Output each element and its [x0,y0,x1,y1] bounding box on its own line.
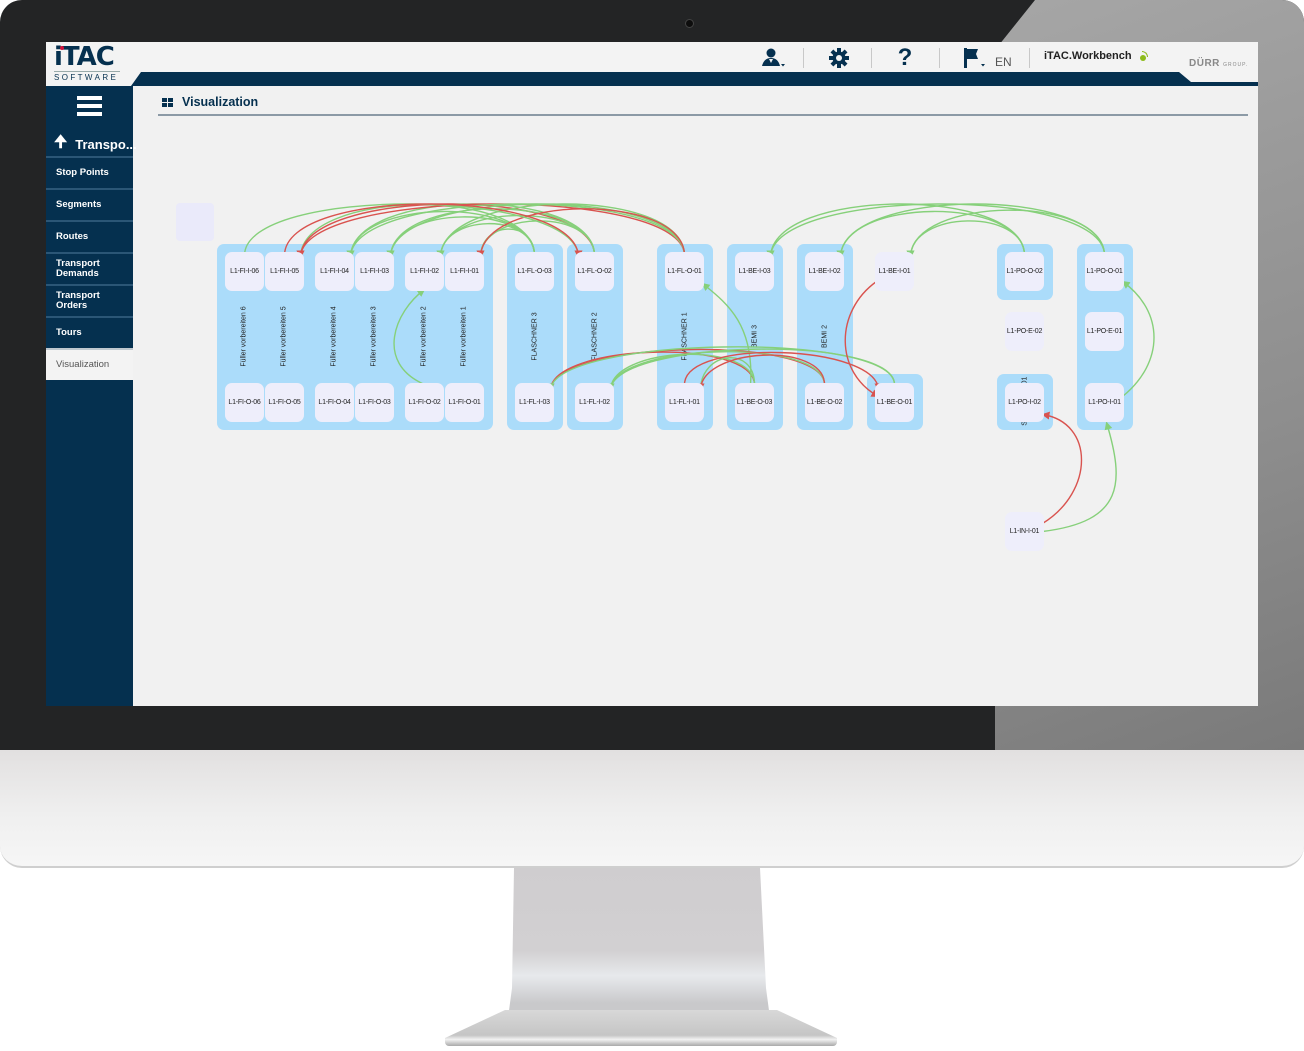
diagram-placeholder [176,203,214,241]
stop-point-node[interactable]: L1-BE-O-03 [735,383,774,422]
stop-point-node[interactable]: L1-BE-I-02 [805,252,844,291]
stop-point-node[interactable]: L1-FI-O-06 [225,383,264,422]
stop-point-node[interactable]: L1-FL-O-02 [575,252,614,291]
group-label: Füller vorbereiten 3 [370,306,378,367]
group-label: Füller vorbereiten 6 [240,306,248,367]
stop-point-node[interactable]: L1-PO-O-01 [1085,252,1124,291]
group-label: Füller vorbereiten 2 [420,306,428,367]
edge-ok[interactable] [1042,421,1117,533]
stop-point-node[interactable]: L1-BE-I-01 [875,252,914,291]
stop-point-node[interactable]: L1-FI-O-05 [265,383,304,422]
stop-point-node[interactable]: L1-PO-E-01 [1085,312,1124,351]
stop-point-node[interactable]: L1-IN-I-01 [1005,512,1044,551]
monitor-base [445,1010,837,1046]
stop-point-node[interactable]: L1-BE-O-01 [875,383,914,422]
edge-ok[interactable] [836,203,1106,259]
app-screen: iTAC SOFTWARE ? EN iTAC.Workbench DÜRR G… [46,42,1258,706]
stop-point-node[interactable]: L1-PO-I-01 [1085,383,1124,422]
monitor-mockup: iTAC SOFTWARE ? EN iTAC.Workbench DÜRR G… [0,0,1304,1051]
stop-point-node[interactable]: L1-FL-I-01 [665,383,704,422]
stop-point-node[interactable]: L1-FI-I-03 [355,252,394,291]
group-label: Füller vorbereiten 1 [460,306,468,367]
stop-point-node[interactable]: L1-FI-O-02 [405,383,444,422]
group-label: Füller vorbereiten 4 [330,306,338,367]
camera-icon [685,19,694,28]
group-label: Füller vorbereiten 5 [280,306,288,367]
stop-point-node[interactable]: L1-FI-I-04 [315,252,354,291]
stop-point-node[interactable]: L1-FI-I-06 [225,252,264,291]
stop-point-node[interactable]: L1-FI-O-04 [315,383,354,422]
stop-point-node[interactable]: L1-BE-I-03 [735,252,774,291]
stop-point-node[interactable]: L1-FL-I-02 [575,383,614,422]
edge-ok[interactable] [606,351,826,392]
group-label: BEMI 3 [751,325,759,348]
route-diagram: Füller vorbereiten 6 Füller vorbereiten 5… [46,42,1258,706]
group-label: FLASCHNER 3 [531,312,539,361]
monitor-chin [0,750,1304,868]
group-label: FLASCHNER 1 [681,312,689,361]
group-label: BEMI 2 [821,325,829,348]
stop-point-node[interactable]: L1-FL-I-03 [515,383,554,422]
stop-point-node[interactable]: L1-FI-O-03 [355,383,394,422]
monitor-stand [508,868,770,1018]
stop-point-node[interactable]: L1-PO-O-02 [1005,252,1044,291]
stop-point-node[interactable]: L1-FI-I-01 [445,252,484,291]
stop-point-node[interactable]: L1-FI-O-01 [445,383,484,422]
group-label: FLASCHNER 2 [591,312,599,361]
edge-error[interactable] [1041,411,1083,525]
stop-point-node[interactable]: L1-FL-O-01 [665,252,704,291]
stop-point-node[interactable]: L1-BE-O-02 [805,383,844,422]
stop-point-node[interactable]: L1-PO-E-02 [1005,312,1044,351]
stop-point-node[interactable]: L1-PO-I-02 [1005,383,1044,422]
stop-point-node[interactable]: L1-FI-I-02 [405,252,444,291]
stop-point-node[interactable]: L1-FI-I-05 [265,252,304,291]
stop-point-node[interactable]: L1-FL-O-03 [515,252,554,291]
